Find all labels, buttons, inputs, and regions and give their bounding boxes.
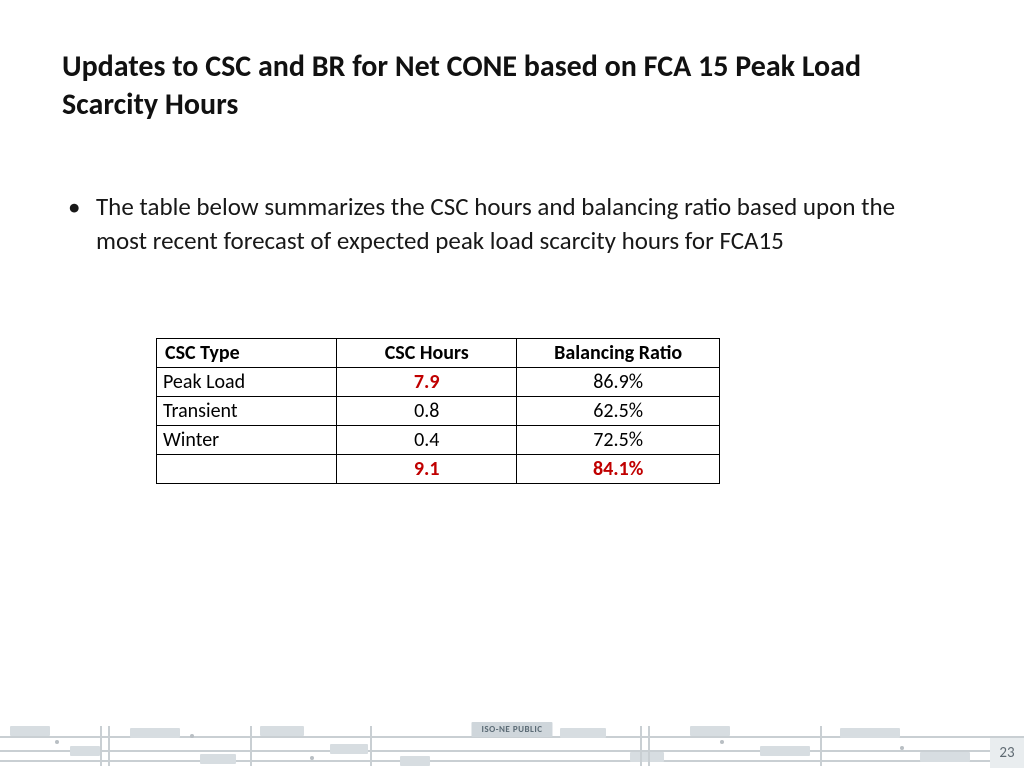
cell: Peak Load [157, 368, 337, 397]
cell: 72.5% [517, 426, 720, 455]
cell: 86.9% [517, 368, 720, 397]
col-header: CSC Hours [337, 339, 517, 368]
col-header: Balancing Ratio [517, 339, 720, 368]
bullet-item: • The table below summarizes the CSC hou… [96, 190, 936, 258]
table-row: Winter 0.4 72.5% [157, 426, 720, 455]
cell: Transient [157, 397, 337, 426]
slide-title: Updates to CSC and BR for Net CONE based… [62, 48, 942, 123]
footer-badge: ISO-NE PUBLIC [471, 722, 552, 737]
table-header-row: CSC Type CSC Hours Balancing Ratio [157, 339, 720, 368]
page-number: 23 [990, 738, 1024, 768]
bullet-text: The table below summarizes the CSC hours… [96, 191, 895, 256]
table-total-row: 9.1 84.1% [157, 455, 720, 484]
cell: 9.1 [337, 455, 517, 484]
cell: 62.5% [517, 397, 720, 426]
cell: Winter [157, 426, 337, 455]
slide-footer: ISO-NE PUBLIC 23 [0, 716, 1024, 768]
table-row: Peak Load 7.9 86.9% [157, 368, 720, 397]
slide: Updates to CSC and BR for Net CONE based… [0, 0, 1024, 768]
cell: 84.1% [517, 455, 720, 484]
cell: 7.9 [337, 368, 517, 397]
data-table: CSC Type CSC Hours Balancing Ratio Peak … [156, 338, 720, 484]
cell [157, 455, 337, 484]
table-row: Transient 0.8 62.5% [157, 397, 720, 426]
bullet-dot-icon: • [68, 190, 80, 224]
cell: 0.8 [337, 397, 517, 426]
cell: 0.4 [337, 426, 517, 455]
col-header: CSC Type [157, 339, 337, 368]
